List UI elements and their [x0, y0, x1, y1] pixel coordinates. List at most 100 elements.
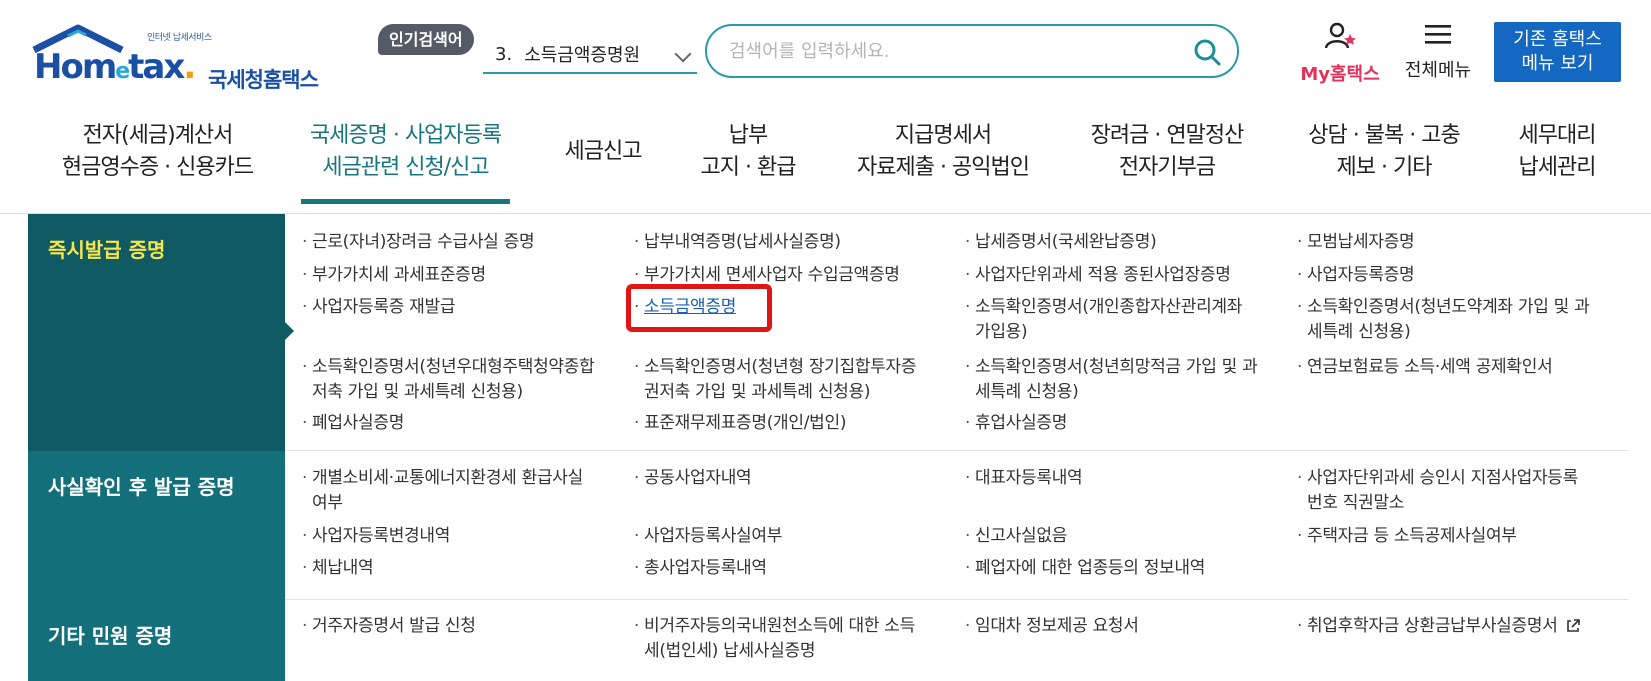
nav-payment-statement[interactable]: 지급명세서 자료제출 · 공익법인	[843, 120, 1043, 204]
search-icon[interactable]	[1193, 38, 1221, 66]
popular-search-select[interactable]: 3. 소득금액증명원	[483, 36, 697, 74]
nav-e-invoice[interactable]: 전자(세금)계산서 현금영수증 · 신용카드	[40, 120, 275, 204]
menu-link[interactable]: 소득확인증명서(개인종합자산관리계좌 가입용)	[965, 295, 1275, 345]
menu-link[interactable]: 총사업자등록내역	[634, 556, 767, 581]
menu-link[interactable]: 사업자등록변경내역	[302, 524, 450, 549]
menu-link-line: 소득확인증명서(청년우대형주택청약종합	[312, 357, 595, 377]
category-confirm[interactable]: 사실확인 후 발급 증명	[28, 451, 285, 600]
menu-link-line: 취업후학자금 상환금납부사실증명서	[1307, 616, 1558, 636]
menu-link-line: 소득확인증명서(청년희망적금 가입 및 과	[975, 357, 1258, 377]
menu-link[interactable]: 표준재무제표증명(개인/법인)	[634, 411, 846, 436]
active-nav-underline	[301, 199, 510, 204]
menu-link[interactable]: 납부내역증명(납세사실증명)	[634, 230, 841, 255]
nav-label-line1: 국세증명 · 사업자등록	[309, 123, 502, 148]
menu-link-line: 가입용)	[975, 322, 1028, 342]
menu-link-line: 개별소비세·교통에너지환경세 환급사실	[312, 468, 583, 488]
menu-link[interactable]: 소득확인증명서(청년희망적금 가입 및 과 세특례 신청용)	[965, 355, 1285, 405]
nav-label-line2: 납세관리	[1518, 155, 1597, 180]
nav-label-line1: 세금신고	[564, 139, 643, 164]
nav-incentive[interactable]: 장려금 · 연말정산 전자기부금	[1077, 120, 1257, 204]
nav-label-line1: 상담 · 불복 · 고충	[1308, 123, 1460, 148]
menu-link-line: 여부	[312, 493, 343, 513]
category-pointer-icon	[285, 322, 294, 340]
hamburger-menu-icon	[1425, 25, 1451, 44]
logo-tagline: 인터넷 납세서비스	[147, 33, 212, 43]
menu-link[interactable]: 사업자등록증 재발급	[302, 295, 455, 320]
menu-link[interactable]: 소득확인증명서(청년도약계좌 가입 및 과 세특례 신청용)	[1297, 295, 1617, 345]
popular-rank: 3.	[495, 43, 513, 65]
nav-payment[interactable]: 납부 고지 · 환급	[688, 120, 808, 204]
menu-link[interactable]: 연금보험료등 소득·세액 공제확인서	[1297, 355, 1553, 380]
all-menu-button[interactable]: 전체메뉴	[1398, 22, 1478, 82]
menu-link-line: 세특례 신청용)	[1307, 322, 1411, 342]
menu-link[interactable]: 부가가치세 과세표준증명	[302, 263, 486, 288]
menu-link-line: 소득확인증명서(청년형 장기집합투자증	[644, 357, 917, 377]
logo-korean-name: 국세청홈택스	[208, 68, 319, 92]
popular-search-badge: 인기검색어	[378, 24, 474, 55]
my-hometax-button[interactable]: My홈택스	[1295, 22, 1385, 86]
menu-link[interactable]: 폐업사실증명	[302, 411, 404, 436]
menu-link[interactable]: 사업자등록증명	[1297, 263, 1415, 288]
menu-link-line: 소득확인증명서(청년도약계좌 가입 및 과	[1307, 297, 1590, 317]
nav-label-line2: 고지 · 환급	[700, 155, 797, 180]
nav-certificates[interactable]: 국세증명 · 사업자등록 세금관련 신청/신고	[291, 120, 520, 204]
category-instant[interactable]: 즉시발급 증명	[28, 214, 285, 451]
nav-label-line1: 지급명세서	[894, 123, 992, 148]
main-navigation: 전자(세금)계산서 현금영수증 · 신용카드 국세증명 · 사업자등록 세금관련…	[0, 120, 1651, 204]
nav-label-line2: 자료제출 · 공익법인	[857, 155, 1030, 180]
nav-consultation[interactable]: 상담 · 불복 · 고충 제보 · 기타	[1294, 120, 1474, 204]
menu-link-line: 사업자단위과세 승인시 지점사업자등록	[1307, 468, 1578, 488]
nav-label-line1: 세무대리	[1518, 123, 1597, 148]
nav-label-line2: 현금영수증 · 신용카드	[61, 155, 254, 180]
menu-link-line: 권저축 가입 및 과세특례 신청용)	[644, 382, 871, 402]
menu-link[interactable]: 거주자증명서 발급 신청	[302, 614, 476, 639]
menu-link[interactable]: 소득확인증명서(청년우대형주택청약종합 저축 가입 및 과세특례 신청용)	[302, 355, 622, 405]
menu-link[interactable]: 근로(자녀)장려금 수급사실 증명	[302, 230, 535, 255]
menu-link-line: 저축 가입 및 과세특례 신청용)	[312, 382, 523, 402]
hometax-logo[interactable]: 인터넷 납세서비스 Hometax. 국세청홈택스	[30, 20, 319, 92]
menu-link-line: 비거주자등의국내원천소득에 대한 소득	[644, 616, 915, 636]
classic-menu-button[interactable]: 기존 홈택스 메뉴 보기	[1494, 22, 1621, 82]
classic-menu-line2: 메뉴 보기	[1521, 53, 1594, 74]
my-hometax-label: My홈택스	[1300, 64, 1380, 85]
highlight-box	[626, 284, 772, 332]
classic-menu-line1: 기존 홈택스	[1513, 29, 1602, 50]
menu-link[interactable]: 개별소비세·교통에너지환경세 환급사실 여부	[302, 466, 622, 516]
menu-link[interactable]: 폐업자에 대한 업종등의 정보내역	[965, 556, 1205, 581]
menu-link[interactable]: 납세증명서(국세완납증명)	[965, 230, 1157, 255]
menu-link[interactable]: 사업자단위과세 승인시 지점사업자등록 번호 직권말소	[1297, 466, 1617, 516]
nav-label-line2: 제보 · 기타	[1336, 155, 1433, 180]
menu-link[interactable]: 신고사실없음	[965, 524, 1067, 549]
search-box	[705, 24, 1239, 78]
menu-link[interactable]: 주택자금 등 소득공제사실여부	[1297, 524, 1517, 549]
menu-link[interactable]: 임대차 정보제공 요청서	[965, 614, 1139, 639]
menu-link[interactable]: 소득확인증명서(청년형 장기집합투자증 권저축 가입 및 과세특례 신청용)	[634, 355, 954, 405]
menu-link[interactable]: 휴업사실증명	[965, 411, 1067, 436]
menu-link[interactable]: 비거주자등의국내원천소득에 대한 소득 세(법인세) 납세사실증명	[634, 614, 954, 664]
nav-label-line2: 전자기부금	[1118, 155, 1216, 180]
chevron-down-icon	[674, 45, 692, 63]
menu-link[interactable]: 사업자단위과세 적용 종된사업장증명	[965, 263, 1231, 288]
logo-wordmark: Hometax.	[34, 47, 196, 87]
menu-link[interactable]: 공동사업자내역	[634, 466, 752, 491]
menu-link-line: 소득확인증명서(개인종합자산관리계좌	[975, 297, 1243, 317]
nav-tax-filing[interactable]: 세금신고	[553, 120, 653, 204]
menu-link-external[interactable]: 취업후학자금 상환금납부사실증명서	[1297, 614, 1581, 639]
row-divider	[285, 599, 1628, 600]
menu-link[interactable]: 사업자등록사실여부	[634, 524, 782, 549]
all-menu-label: 전체메뉴	[1404, 60, 1472, 81]
search-input[interactable]	[729, 38, 1169, 64]
category-other[interactable]: 기타 민원 증명	[28, 600, 285, 681]
menu-link[interactable]: 체납내역	[302, 556, 374, 581]
nav-label-line1: 납부	[728, 123, 768, 148]
nav-label-line2: 세금관련 신청/신고	[322, 155, 489, 180]
nav-tax-agent[interactable]: 세무대리 납세관리	[1507, 120, 1607, 204]
menu-link[interactable]: 대표자등록내역	[965, 466, 1083, 491]
popular-term: 소득금액증명원	[524, 45, 641, 66]
menu-link[interactable]: 모범납세자증명	[1297, 230, 1415, 255]
external-link-icon	[1566, 619, 1580, 632]
user-star-icon	[1324, 22, 1356, 49]
nav-label-line1: 전자(세금)계산서	[82, 123, 234, 148]
menu-link-line: 번호 직권말소	[1307, 493, 1405, 513]
menu-link-line: 세특례 신청용)	[975, 382, 1079, 402]
